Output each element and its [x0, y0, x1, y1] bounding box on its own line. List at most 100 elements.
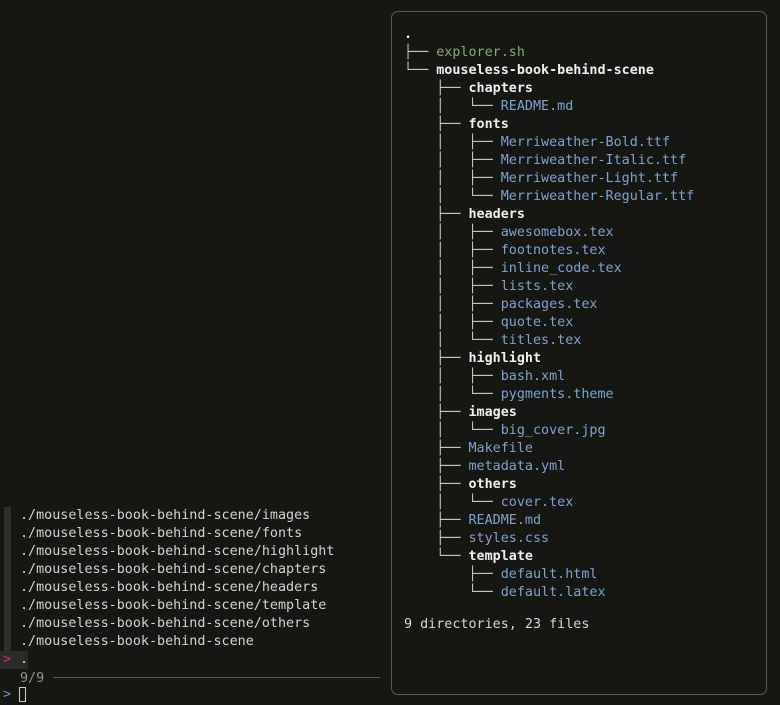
file-name: packages.tex	[500, 297, 598, 312]
tree-entry: │ └── titles.tex	[404, 332, 581, 350]
tree-branch: └──	[404, 63, 437, 78]
tree-entry: ├── Makefile	[404, 440, 533, 458]
file-name: explorer.sh	[436, 45, 525, 60]
tree-entry: │ ├── Merriweather-Bold.ttf	[404, 134, 670, 152]
directory-name: images	[468, 405, 517, 420]
result-item[interactable]: ./mouseless-book-behind-scene	[20, 633, 254, 651]
file-name: titles.tex	[500, 333, 582, 348]
tree-entry: │ ├── quote.tex	[404, 314, 573, 332]
file-name: awesomebox.tex	[500, 225, 614, 240]
tree-branch: ├──	[404, 351, 469, 366]
tree-entry: │ ├── awesomebox.tex	[404, 224, 614, 242]
tree-entry: ├── README.md	[404, 512, 541, 530]
tree-entry: │ └── README.md	[404, 98, 573, 116]
file-name: cover.tex	[500, 495, 574, 510]
tree-branch: │ ├──	[404, 153, 501, 168]
selected-result-row[interactable]: > .	[0, 651, 28, 669]
query-input-cursor[interactable]	[19, 687, 26, 702]
tree-branch: │ └──	[404, 423, 501, 438]
result-item[interactable]: ./mouseless-book-behind-scene/others	[20, 615, 310, 633]
tree-branch: │ └──	[404, 99, 501, 114]
file-name: lists.tex	[500, 279, 574, 294]
tree-branch: ├──	[404, 117, 469, 132]
tree-branch: └──	[404, 549, 469, 564]
tree-entry: ├── explorer.sh	[404, 44, 525, 62]
tree-branch: ├──	[404, 567, 501, 582]
tree-entry: │ ├── footnotes.tex	[404, 242, 606, 260]
file-name: default.html	[500, 567, 598, 582]
tree-entry: ├── styles.css	[404, 530, 549, 548]
directory-name: mouseless-book-behind-scene	[436, 63, 654, 78]
tree-entry: └── mouseless-book-behind-scene	[404, 62, 654, 80]
tree-branch: │ ├──	[404, 279, 501, 294]
file-name: metadata.yml	[468, 459, 566, 474]
match-count: 9/9	[20, 671, 45, 686]
tree-branch: ├──	[404, 513, 469, 528]
tree-entry: │ └── big_cover.jpg	[404, 422, 606, 440]
tree-branch: └──	[404, 585, 501, 600]
tree-entry: ├── chapters	[404, 80, 533, 98]
file-name: Merriweather-Italic.ttf	[500, 153, 687, 168]
result-item[interactable]: ./mouseless-book-behind-scene/template	[20, 597, 326, 615]
tree-branch: ├──	[404, 459, 469, 474]
tree-branch: │ ├──	[404, 297, 501, 312]
tree-branch: ├──	[404, 531, 469, 546]
tree-branch: │ └──	[404, 387, 501, 402]
tree-entry: └── default.latex	[404, 584, 606, 602]
tree-branch: ├──	[404, 207, 469, 222]
results-scrollbar[interactable]	[4, 507, 11, 651]
directory-name: template	[468, 549, 534, 564]
tree-entry: .	[404, 26, 412, 44]
file-name: footnotes.tex	[500, 243, 606, 258]
file-name: Makefile	[468, 441, 534, 456]
result-item[interactable]: ./mouseless-book-behind-scene/highlight	[20, 543, 334, 561]
tree-entry: │ ├── bash.xml	[404, 368, 565, 386]
tree-branch: │ ├──	[404, 243, 501, 258]
result-item[interactable]: ./mouseless-book-behind-scene/fonts	[20, 525, 302, 543]
directory-name: headers	[468, 207, 525, 222]
tree-entry: ├── metadata.yml	[404, 458, 565, 476]
tree-branch: │ ├──	[404, 369, 501, 384]
file-name: styles.css	[468, 531, 550, 546]
file-name: pygments.theme	[500, 387, 614, 402]
directory-name: highlight	[468, 351, 542, 366]
tree-branch: │ ├──	[404, 171, 501, 186]
file-name: README.md	[500, 99, 574, 114]
tree-entry: ├── headers	[404, 206, 525, 224]
tree-entry: │ └── Merriweather-Regular.ttf	[404, 188, 694, 206]
tree-branch: │ └──	[404, 495, 501, 510]
tree-branch: │ ├──	[404, 225, 501, 240]
tree-branch: ├──	[404, 477, 469, 492]
tree-branch: │ ├──	[404, 261, 501, 276]
tree-entry: ├── fonts	[404, 116, 509, 134]
tree-branch: ├──	[404, 81, 469, 96]
tree-branch: │ ├──	[404, 315, 501, 330]
directory-name: fonts	[468, 117, 509, 132]
tree-entry: │ ├── Merriweather-Italic.ttf	[404, 152, 686, 170]
file-name: README.md	[468, 513, 542, 528]
directory-name: others	[468, 477, 517, 492]
tree-entry: ├── others	[404, 476, 517, 494]
tree-branch: ├──	[404, 405, 469, 420]
selected-result-text: .	[20, 652, 29, 667]
tree-entry: ├── default.html	[404, 566, 598, 584]
tree-entry: ├── images	[404, 404, 517, 422]
tree-entry: │ ├── lists.tex	[404, 278, 573, 296]
tree-entry: │ ├── inline_code.tex	[404, 260, 622, 278]
tree-branch: │ └──	[404, 333, 501, 348]
file-name: big_cover.jpg	[500, 423, 606, 438]
tree-entry: ├── highlight	[404, 350, 541, 368]
file-name: Merriweather-Light.ttf	[500, 171, 679, 186]
directory-name: chapters	[468, 81, 534, 96]
file-name: Merriweather-Bold.ttf	[500, 135, 671, 150]
tree-entry: │ └── cover.tex	[404, 494, 573, 512]
result-item[interactable]: ./mouseless-book-behind-scene/headers	[20, 579, 318, 597]
file-name: default.latex	[500, 585, 606, 600]
result-item[interactable]: ./mouseless-book-behind-scene/images	[20, 507, 310, 525]
tree-entry: │ └── pygments.theme	[404, 386, 614, 404]
file-name: quote.tex	[500, 315, 574, 330]
tree-summary: 9 directories, 23 files	[404, 617, 590, 632]
info-divider	[53, 677, 380, 678]
result-item[interactable]: ./mouseless-book-behind-scene/chapters	[20, 561, 326, 579]
file-name: inline_code.tex	[500, 261, 622, 276]
